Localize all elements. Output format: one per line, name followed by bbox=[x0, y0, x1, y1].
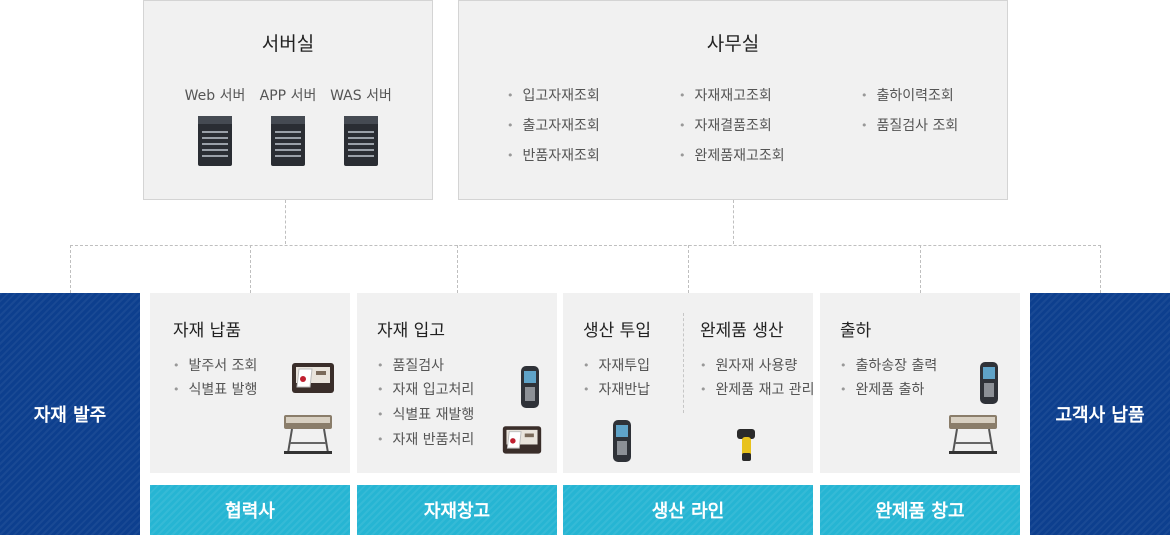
connector-drop-1 bbox=[70, 245, 71, 293]
stage-item: 식별표 발행 bbox=[173, 379, 258, 399]
stage-item: 자재투입 bbox=[583, 355, 651, 375]
stage-card-material-delivery: 자재 납품 발주서 조회 식별표 발행 bbox=[150, 293, 350, 473]
stage-card-production-line: 생산 투입 자재투입 자재반납 완제품 생산 원자재 사용량 완제품 재고 관리 bbox=[563, 293, 815, 473]
stage-item: 식별표 재발행 bbox=[377, 404, 475, 424]
server-icon bbox=[198, 116, 232, 166]
server-room-panel: 서버실 Web 서버 APP 서버 WAS 서버 bbox=[143, 0, 433, 200]
connector-drop-3 bbox=[457, 245, 458, 293]
office-item: 완제품재고조회 bbox=[679, 145, 785, 165]
server-label-was: WAS 서버 bbox=[330, 88, 392, 104]
stage-title: 생산 투입 bbox=[583, 321, 651, 341]
office-item: 자재결품조회 bbox=[679, 115, 772, 135]
connector-drop-6 bbox=[1100, 245, 1101, 293]
server-icon bbox=[344, 116, 378, 166]
label-printer-icon bbox=[292, 363, 334, 393]
office-item: 입고자재조회 bbox=[507, 85, 600, 105]
partner-footer: 협력사 bbox=[150, 485, 350, 535]
office-item: 품질검사 조회 bbox=[861, 115, 959, 135]
stage-item: 발주서 조회 bbox=[173, 355, 258, 375]
production-line-footer: 생산 라인 bbox=[563, 485, 813, 535]
stage-title-secondary: 완제품 생산 bbox=[700, 321, 784, 341]
stage-title: 자재 입고 bbox=[377, 321, 445, 341]
office-item: 자재재고조회 bbox=[679, 85, 772, 105]
handheld-scanner-icon bbox=[613, 420, 631, 462]
stage-title: 출하 bbox=[840, 321, 872, 341]
finished-goods-warehouse-footer: 완제품 창고 bbox=[820, 485, 1020, 535]
stage-item: 원자재 사용량 bbox=[700, 355, 798, 375]
server-icon bbox=[271, 116, 305, 166]
office-item: 출하이력조회 bbox=[861, 85, 954, 105]
stage-item: 완제품 재고 관리 bbox=[700, 379, 815, 399]
connector-office bbox=[733, 200, 734, 244]
handheld-scanner-icon bbox=[980, 362, 998, 404]
office-item: 출고자재조회 bbox=[507, 115, 600, 135]
server-label-web: Web 서버 bbox=[184, 88, 246, 104]
connector-drop-5 bbox=[920, 245, 921, 293]
stage-card-material-receiving: 자재 입고 품질검사 자재 입고처리 식별표 재발행 자재 반품처리 bbox=[357, 293, 557, 473]
plotter-icon bbox=[284, 415, 332, 454]
stage-item: 자재반납 bbox=[583, 379, 651, 399]
plotter-icon bbox=[949, 415, 997, 454]
server-label-app: APP 서버 bbox=[259, 88, 317, 104]
stage-item: 출하송장 출력 bbox=[840, 355, 938, 375]
material-warehouse-footer: 자재창고 bbox=[357, 485, 557, 535]
stage-card-shipping: 출하 출하송장 출력 완제품 출하 bbox=[820, 293, 1020, 473]
barcode-scanner-icon bbox=[737, 429, 755, 461]
connector-server bbox=[285, 200, 286, 244]
office-item: 반품자재조회 bbox=[507, 145, 600, 165]
connector-bus bbox=[70, 245, 1101, 246]
connector-drop-4 bbox=[688, 245, 689, 293]
office-panel: 사무실 입고자재조회 출고자재조회 반품자재조회 자재재고조회 자재결품조회 완… bbox=[458, 0, 1008, 200]
connector-drop-2 bbox=[250, 245, 251, 293]
stage-divider bbox=[683, 313, 684, 413]
stage-title: 자재 납품 bbox=[173, 321, 241, 341]
stage-item: 완제품 출하 bbox=[840, 379, 925, 399]
office-title: 사무실 bbox=[706, 33, 760, 55]
stage-item: 품질검사 bbox=[377, 355, 445, 375]
handheld-scanner-icon bbox=[521, 366, 539, 408]
material-order-block: 자재 발주 bbox=[0, 293, 140, 535]
stage-item: 자재 반품처리 bbox=[377, 429, 475, 449]
stage-item: 자재 입고처리 bbox=[377, 379, 475, 399]
customer-delivery-block: 고객사 납품 bbox=[1030, 293, 1170, 535]
server-room-title: 서버실 bbox=[261, 33, 315, 55]
label-printer-icon bbox=[502, 426, 542, 454]
